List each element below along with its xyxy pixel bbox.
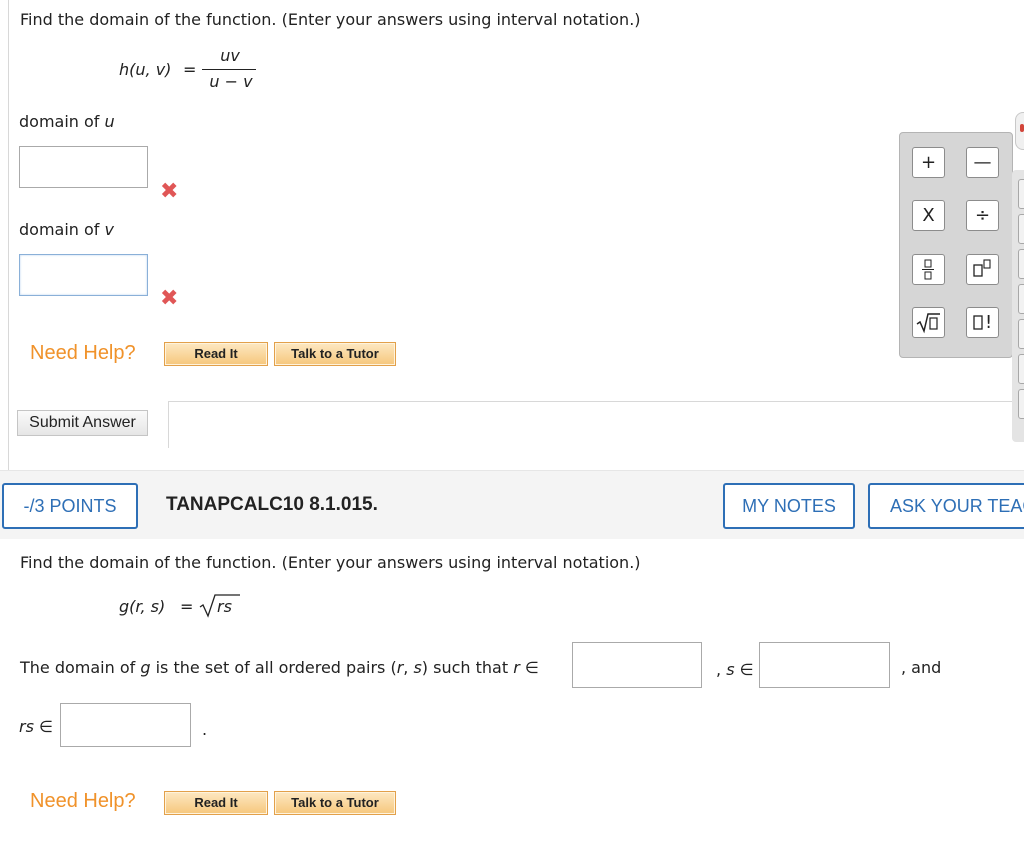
sentence-period: .	[202, 720, 208, 739]
fraction-numerator: uv	[220, 46, 240, 65]
my-notes-button[interactable]: MY NOTES	[723, 483, 855, 529]
submit-answer-button[interactable]: Submit Answer	[17, 410, 148, 436]
equals-sign: =	[183, 60, 197, 79]
fraction-icon	[922, 259, 934, 280]
domain-u-label: domain of u	[19, 112, 115, 131]
and-text: , and	[901, 658, 942, 677]
side-tab[interactable]	[1018, 179, 1024, 209]
minus-key[interactable]: —	[966, 147, 999, 178]
s-in-label: , s ∈	[716, 660, 754, 679]
factorial-icon	[973, 315, 983, 330]
submit-area	[168, 401, 1024, 448]
rs-domain-input[interactable]	[60, 703, 191, 747]
need-help-label: Need Help?	[30, 342, 136, 364]
times-key[interactable]: X	[912, 200, 945, 231]
divide-key[interactable]: ÷	[966, 200, 999, 231]
factorial-key[interactable]: !	[966, 307, 999, 338]
read-it-button[interactable]: Read It	[164, 342, 268, 366]
side-tab[interactable]	[1018, 249, 1024, 279]
exponent-icon	[973, 259, 991, 277]
side-tab[interactable]	[1018, 389, 1024, 419]
question-prompt: Find the domain of the function. (Enter …	[20, 553, 641, 572]
domain-u-input[interactable]	[19, 146, 148, 188]
need-help-label: Need Help?	[30, 790, 136, 812]
incorrect-icon: ✖	[160, 286, 179, 311]
alert-icon	[1020, 124, 1024, 132]
domain-sentence: The domain of g is the set of all ordere…	[20, 658, 539, 677]
side-tab[interactable]	[1018, 319, 1024, 349]
plus-key[interactable]: +	[912, 147, 945, 178]
ask-teacher-button[interactable]: ASK YOUR TEACHER	[868, 483, 1024, 529]
radicand: rs	[217, 597, 232, 616]
fraction-denominator: u − v	[209, 72, 253, 91]
s-domain-input[interactable]	[759, 642, 890, 688]
incorrect-icon: ✖	[160, 179, 179, 204]
math-palette: + — X ÷ !	[899, 132, 1013, 358]
fraction-key[interactable]	[912, 254, 945, 285]
talk-to-tutor-button[interactable]: Talk to a Tutor	[274, 791, 396, 815]
question-1: Find the domain of the function. (Enter …	[0, 0, 1024, 470]
rs-in-label: rs ∈	[19, 717, 53, 736]
question-prompt: Find the domain of the function. (Enter …	[20, 10, 641, 29]
domain-v-label: domain of v	[19, 220, 114, 239]
r-domain-input[interactable]	[572, 642, 702, 688]
sqrt-icon	[916, 313, 940, 334]
talk-to-tutor-button[interactable]: Talk to a Tutor	[274, 342, 396, 366]
left-divider	[8, 0, 9, 470]
points-badge: -/3 POINTS	[2, 483, 138, 529]
side-tab[interactable]	[1018, 354, 1024, 384]
domain-v-input[interactable]	[19, 254, 148, 296]
question-id: TANAPCALC10 8.1.015.	[166, 494, 378, 515]
question-2: Find the domain of the function. (Enter …	[0, 539, 1024, 846]
side-tab[interactable]	[1018, 214, 1024, 244]
fraction-bar	[202, 69, 256, 70]
function-lhs: h(u, v)	[119, 60, 172, 79]
question-2-header: -/3 POINTS TANAPCALC10 8.1.015. MY NOTES…	[0, 471, 1024, 539]
function-lhs: g(r, s)	[119, 597, 166, 616]
side-tab[interactable]	[1018, 284, 1024, 314]
exponent-key[interactable]	[966, 254, 999, 285]
equals-sign: =	[180, 597, 194, 616]
read-it-button[interactable]: Read It	[164, 791, 268, 815]
factorial-glyph: !	[985, 312, 993, 333]
sqrt-key[interactable]	[912, 307, 945, 338]
